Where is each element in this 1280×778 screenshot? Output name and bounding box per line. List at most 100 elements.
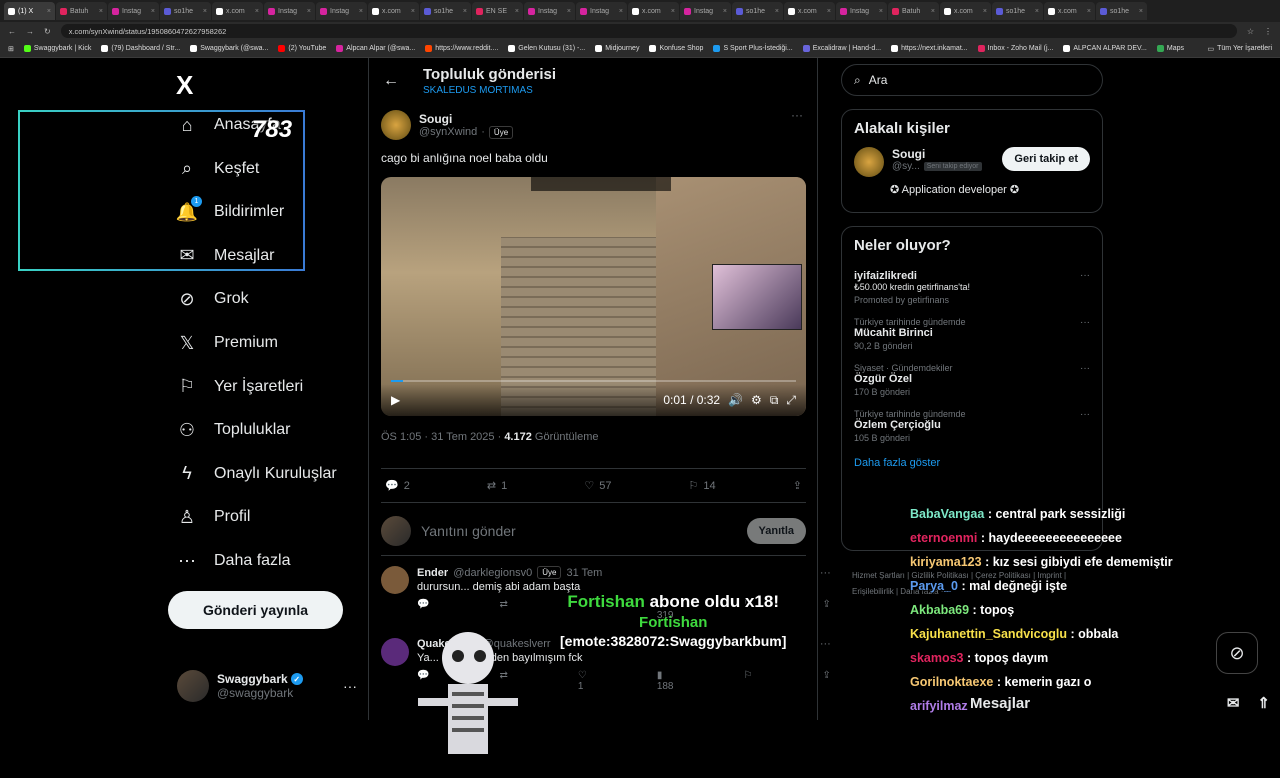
more-dots-icon[interactable]: ···: [1080, 270, 1090, 281]
close-icon[interactable]: ×: [983, 8, 987, 15]
star-icon[interactable]: ☆: [1247, 27, 1254, 36]
follow-back-button[interactable]: Geri takip et: [1002, 147, 1090, 171]
browser-tab[interactable]: so1he ×: [420, 2, 471, 20]
nav-item[interactable]: ♙ Profil: [176, 506, 251, 528]
account-switcher[interactable]: Swaggybark ✓ @swaggybark ···: [177, 670, 357, 702]
more-dots-icon[interactable]: ···: [820, 567, 831, 579]
fullscreen-icon[interactable]: ⤢: [786, 393, 796, 408]
close-icon[interactable]: ×: [463, 8, 467, 15]
video-player[interactable]: ▶ 0:01 / 0:32 🔊 ⚙ ⧉ ⤢: [381, 177, 806, 416]
bookmark-item[interactable]: Maps: [1156, 45, 1184, 52]
browser-tab[interactable]: Instag ×: [316, 2, 367, 20]
close-icon[interactable]: ×: [411, 8, 415, 15]
trend-item[interactable]: Türkiye tarihinde gündemde Mücahit Birin…: [842, 311, 1102, 357]
close-icon[interactable]: ×: [307, 8, 311, 15]
x-logo[interactable]: X: [176, 70, 193, 101]
volume-icon[interactable]: 🔊: [728, 393, 743, 407]
menu-icon[interactable]: ⋮: [1264, 27, 1272, 36]
bookmark-item[interactable]: S Sport Plus-İstediği...: [713, 45, 793, 52]
bookmark-action[interactable]: ⚐ 14: [689, 479, 716, 493]
repost-action[interactable]: ⇄ 1: [487, 479, 507, 493]
browser-tab[interactable]: Batuh ×: [56, 2, 107, 20]
close-icon[interactable]: ×: [1035, 8, 1039, 15]
browser-tab[interactable]: EN SE ×: [472, 2, 523, 20]
share-icon[interactable]: ⇪: [822, 599, 830, 621]
bookmark-item[interactable]: Midjourney: [595, 45, 639, 52]
nav-item[interactable]: ⊘ Grok: [176, 288, 248, 310]
nav-item[interactable]: ⚇ Topluluklar: [176, 419, 291, 441]
close-icon[interactable]: ×: [47, 8, 51, 15]
close-icon[interactable]: ×: [515, 8, 519, 15]
browser-tab[interactable]: x.com ×: [368, 2, 419, 20]
messages-drawer[interactable]: Mesajlar ✉ ⇑: [970, 686, 1270, 720]
close-icon[interactable]: ×: [619, 8, 623, 15]
reply-action[interactable]: 💬 2: [385, 479, 410, 493]
trend-item[interactable]: Siyaset · Gündemdekiler Özgür Özel 170 B…: [842, 357, 1102, 403]
forward-icon[interactable]: →: [26, 27, 34, 36]
more-dots-icon[interactable]: ···: [791, 108, 803, 122]
bookmark-item[interactable]: Konfuse Shop: [649, 45, 703, 52]
apps-icon[interactable]: ⊞: [8, 45, 14, 53]
browser-tab[interactable]: so1he ×: [732, 2, 783, 20]
close-icon[interactable]: ×: [827, 8, 831, 15]
browser-tab[interactable]: x.com ×: [784, 2, 835, 20]
tweet-timestamp[interactable]: ÖS 1:05 · 31 Tem 2025 ·: [381, 431, 504, 443]
bookmark-item[interactable]: (79) Dashboard / Str...: [101, 45, 180, 52]
browser-tab[interactable]: (1) X ×: [4, 2, 55, 20]
bookmark-item[interactable]: Swaggybark | Kick: [23, 45, 91, 52]
new-message-icon[interactable]: ✉: [1227, 694, 1240, 712]
avatar[interactable]: [381, 638, 409, 666]
post-button[interactable]: Gönderi yayınla: [168, 591, 343, 629]
browser-tab[interactable]: Instag ×: [524, 2, 575, 20]
reply-input[interactable]: Yanıtını gönder: [421, 523, 516, 539]
trend-item[interactable]: Türkiye tarihinde gündemde Özlem Çerçioğ…: [842, 403, 1102, 449]
address-bar[interactable]: x.com/synXwind/status/195086047262795826…: [60, 24, 1237, 38]
avatar[interactable]: [381, 110, 411, 140]
browser-tab[interactable]: x.com ×: [940, 2, 991, 20]
tweet-author[interactable]: Sougi @synXwind · Üye: [381, 110, 514, 140]
browser-tab[interactable]: x.com ×: [1044, 2, 1095, 20]
grok-button[interactable]: ⊘: [1216, 632, 1258, 674]
close-icon[interactable]: ×: [723, 8, 727, 15]
tweet-author-name[interactable]: Sougi: [419, 112, 513, 126]
more-dots-icon[interactable]: ···: [1080, 409, 1090, 420]
more-dots-icon[interactable]: ···: [1080, 317, 1090, 328]
bookmark-item[interactable]: https://www.reddit....: [425, 45, 498, 52]
nav-item[interactable]: ⋯ Daha fazla: [176, 550, 291, 572]
browser-tab[interactable]: x.com ×: [212, 2, 263, 20]
browser-tab[interactable]: so1he ×: [160, 2, 211, 20]
reply-icon[interactable]: 💬: [417, 599, 429, 621]
like-action[interactable]: ♡ 57: [584, 479, 611, 493]
repost-icon[interactable]: ⇄: [499, 599, 507, 621]
close-icon[interactable]: ×: [879, 8, 883, 15]
reply-button[interactable]: Yanıtla: [746, 517, 806, 544]
close-icon[interactable]: ×: [931, 8, 935, 15]
bookmark-item[interactable]: (2) YouTube: [278, 45, 326, 52]
nav-item[interactable]: ϟ Onaylı Kuruluşlar: [176, 463, 336, 485]
browser-tab[interactable]: so1he ×: [1096, 2, 1147, 20]
close-icon[interactable]: ×: [203, 8, 207, 15]
browser-tab[interactable]: so1he ×: [992, 2, 1043, 20]
avatar[interactable]: [381, 566, 409, 594]
close-icon[interactable]: ×: [255, 8, 259, 15]
community-link[interactable]: SKALEDUS MORTIMAS: [423, 85, 533, 96]
browser-tab[interactable]: Batuh ×: [888, 2, 939, 20]
trend-item[interactable]: iyifaizlikredi ₺50.000 kredin getirfinan…: [842, 264, 1102, 311]
bookmark-item[interactable]: https://next.inkamat...: [891, 45, 968, 52]
more-dots-icon[interactable]: ···: [1080, 363, 1090, 374]
nav-item[interactable]: 𝕏 Premium: [176, 332, 278, 354]
browser-tab[interactable]: Instag ×: [576, 2, 627, 20]
browser-tab[interactable]: Instag ×: [836, 2, 887, 20]
browser-tab[interactable]: Instag ×: [680, 2, 731, 20]
more-dots-icon[interactable]: ···: [820, 638, 831, 650]
avatar[interactable]: [854, 147, 884, 177]
close-icon[interactable]: ×: [151, 8, 155, 15]
close-icon[interactable]: ×: [1139, 8, 1143, 15]
close-icon[interactable]: ×: [567, 8, 571, 15]
more-dots-icon[interactable]: ···: [343, 678, 357, 694]
all-bookmarks[interactable]: ▭ Tüm Yer İşaretleri: [1208, 45, 1272, 53]
reply-author-name[interactable]: Ender: [417, 567, 448, 579]
search-input[interactable]: ⌕ Ara: [841, 64, 1103, 96]
bookmark-item[interactable]: Excalidraw | Hand-d...: [802, 45, 881, 52]
bookmark-item[interactable]: Swaggybark (@swa...: [190, 45, 268, 52]
